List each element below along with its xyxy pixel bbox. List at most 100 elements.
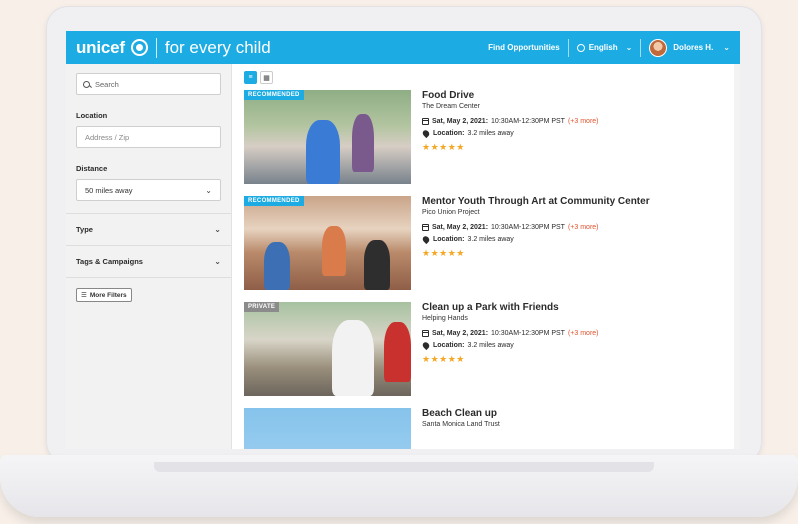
address-placeholder: Address / Zip: [85, 132, 130, 142]
photo-figure: [322, 226, 346, 276]
listing-org: The Dream Center: [422, 103, 480, 110]
main-area: Search Location Address / Zip Distance 5…: [66, 64, 740, 449]
distance-text: 3.2 miles away: [467, 236, 514, 243]
photo-figure: [264, 242, 290, 290]
chevron-down-icon: ⌄: [723, 43, 730, 52]
listing-card[interactable]: PRIVATE Clean up a Park with Friends Hel…: [244, 302, 740, 396]
location-title: Location: [76, 111, 108, 120]
location-label: Location:: [433, 130, 465, 137]
avatar: [649, 38, 668, 57]
location-pin-icon: [421, 128, 431, 139]
view-toggle: ≡ ▦: [244, 71, 740, 84]
search-placeholder: Search: [95, 79, 119, 89]
language-label: English: [588, 43, 618, 52]
star-rating: ★★★★★: [422, 142, 465, 152]
chevron-down-icon: ⌄: [205, 185, 212, 195]
user-name: Dolores H.: [673, 43, 714, 52]
location-pin-icon: [421, 234, 431, 245]
listing-card[interactable]: RECOMMENDED Food Drive The Dream Center …: [244, 90, 740, 184]
distance-select[interactable]: 50 miles away ⌄: [76, 179, 221, 201]
search-icon: [83, 80, 90, 88]
more-dates-link[interactable]: (+3 more): [568, 224, 599, 231]
time-range: 10:30AM-12:30PM PST: [491, 330, 565, 337]
listing-card[interactable]: RECOMMENDED Mentor Youth Through Art at …: [244, 196, 740, 290]
listing-date: Sat, May 2, 2021: 10:30AM-12:30PM PST (+…: [422, 224, 650, 231]
listing-location: Location: 3.2 miles away: [421, 234, 650, 245]
listing-org: Santa Monica Land Trust: [422, 421, 500, 428]
results-scrollbar[interactable]: [734, 64, 740, 449]
date-label: Sat, May 2, 2021:: [432, 224, 489, 231]
results-list: ≡ ▦ RECOMMENDED Food Drive The Dream Cen…: [232, 64, 740, 449]
listing-location: Location: 3.2 miles away: [421, 340, 599, 351]
listing-info: Food Drive The Dream Center Sat, May 2, …: [411, 90, 599, 184]
search-input[interactable]: Search: [76, 73, 221, 95]
listing-photo: [244, 408, 411, 449]
listing-date: Sat, May 2, 2021: 10:30AM-12:30PM PST (+…: [422, 330, 599, 337]
photo-figure: [364, 240, 390, 290]
unicef-logo[interactable]: unicef for every child: [76, 37, 271, 58]
date-label: Sat, May 2, 2021:: [432, 118, 489, 125]
photo-figure: [306, 120, 340, 184]
logo-wordmark: unicef: [76, 37, 125, 57]
listing-card[interactable]: Beach Clean up Santa Monica Land Trust: [244, 408, 740, 449]
unicef-emblem-icon: [130, 39, 148, 56]
listing-title[interactable]: Mentor Youth Through Art at Community Ce…: [422, 196, 650, 207]
listing-location: Location: 3.2 miles away: [421, 128, 599, 139]
chevron-down-icon: ⌄: [625, 43, 633, 52]
filter-sidebar: Search Location Address / Zip Distance 5…: [66, 64, 232, 449]
location-pin-icon: [421, 340, 431, 351]
calendar-icon: [422, 224, 429, 231]
distance-title: Distance: [76, 164, 108, 173]
more-dates-link[interactable]: (+3 more): [568, 118, 599, 125]
calendar-view-icon[interactable]: ▦: [260, 71, 273, 84]
user-menu[interactable]: Dolores H. ⌄: [641, 38, 730, 57]
calendar-icon: [422, 330, 429, 337]
location-label: Location:: [433, 342, 465, 349]
listing-photo: RECOMMENDED: [244, 90, 411, 184]
tags-campaigns-toggle[interactable]: Tags & Campaigns ⌄: [66, 245, 231, 277]
photo-figure: [332, 320, 374, 396]
distance-text: 3.2 miles away: [467, 130, 514, 137]
more-filters-label: More Filters: [89, 291, 127, 299]
chevron-down-icon: ⌄: [214, 257, 221, 266]
time-range: 10:30AM-12:30PM PST: [491, 118, 565, 125]
listing-info: Beach Clean up Santa Monica Land Trust: [411, 408, 500, 449]
listing-photo: RECOMMENDED: [244, 196, 411, 290]
more-filters-button[interactable]: ☰ More Filters: [76, 288, 132, 302]
listing-title[interactable]: Clean up a Park with Friends: [422, 302, 599, 313]
top-navigation-bar: unicef for every child Find Opportunitie…: [66, 31, 740, 64]
listing-date: Sat, May 2, 2021: 10:30AM-12:30PM PST (+…: [422, 118, 599, 125]
listing-org: Helping Hands: [422, 315, 468, 322]
photo-figure: [352, 114, 374, 172]
language-selector[interactable]: English ⌄: [569, 43, 641, 52]
time-range: 10:30AM-12:30PM PST: [491, 224, 565, 231]
star-rating: ★★★★★: [422, 248, 465, 258]
recommended-badge: RECOMMENDED: [244, 90, 304, 100]
private-badge: PRIVATE: [244, 302, 280, 312]
calendar-icon: [422, 118, 429, 125]
more-dates-link[interactable]: (+3 more): [568, 330, 599, 337]
listing-photo: PRIVATE: [244, 302, 411, 396]
recommended-badge: RECOMMENDED: [244, 196, 304, 206]
address-zip-input[interactable]: Address / Zip: [76, 126, 221, 148]
type-label: Type: [76, 225, 93, 234]
list-view-icon[interactable]: ≡: [244, 71, 257, 84]
chevron-down-icon: ⌄: [214, 225, 221, 234]
app-screen: unicef for every child Find Opportunitie…: [66, 31, 740, 449]
type-filter-toggle[interactable]: Type ⌄: [66, 213, 231, 245]
location-label: Location:: [433, 236, 465, 243]
tags-label: Tags & Campaigns: [76, 257, 143, 266]
header-nav: Find Opportunities English ⌄ Dolores H. …: [480, 38, 730, 57]
find-opportunities-link[interactable]: Find Opportunities: [480, 43, 568, 52]
logo-tagline: for every child: [164, 37, 271, 57]
photo-figure: [384, 322, 411, 382]
listing-title[interactable]: Beach Clean up: [422, 408, 500, 419]
listing-info: Mentor Youth Through Art at Community Ce…: [411, 196, 650, 290]
listing-info: Clean up a Park with Friends Helping Han…: [411, 302, 599, 396]
laptop-notch: [154, 462, 654, 472]
star-rating: ★★★★★: [422, 354, 465, 364]
distance-value: 50 miles away: [85, 185, 133, 195]
listing-title[interactable]: Food Drive: [422, 90, 599, 101]
date-label: Sat, May 2, 2021:: [432, 330, 489, 337]
listing-org: Pico Union Project: [422, 209, 480, 216]
